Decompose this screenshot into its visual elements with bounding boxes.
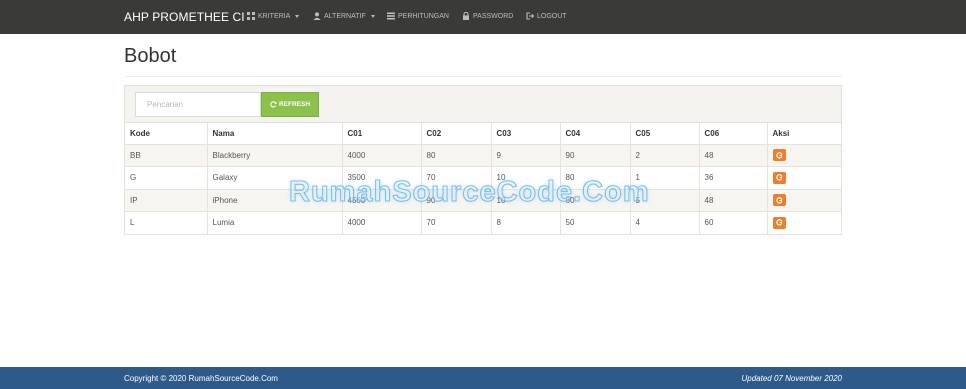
cell-c03: 10 (491, 189, 561, 212)
brand-link[interactable]: AHP PROMETHEE CI (124, 10, 245, 24)
cell-kode: IP (125, 189, 208, 212)
refresh-button[interactable]: REFRESH (261, 92, 319, 117)
table-row: IP iPhone 4500 90 10 60 5 48 (125, 189, 841, 212)
nav-logout[interactable]: LOGOUT (526, 12, 567, 20)
nav-kriteria-label: KRITERIA (258, 12, 291, 20)
cell-c03: 10 (491, 166, 561, 190)
panel-toolbar: REFRESH (125, 86, 841, 123)
cell-c01: 4000 (342, 144, 422, 167)
edit-icon (775, 151, 782, 159)
cell-nama: Lumia (207, 211, 343, 235)
edit-button[interactable] (772, 149, 786, 162)
col-c01-header[interactable]: C01 (342, 123, 422, 145)
edit-icon (775, 219, 782, 226)
cell-c05: 5 (630, 189, 700, 212)
refresh-icon (270, 101, 277, 108)
chevron-down-icon (295, 14, 300, 18)
cell-c02: 70 (421, 166, 492, 190)
edit-button[interactable] (772, 216, 786, 229)
cell-c01: 4500 (342, 189, 422, 212)
cell-c02: 80 (421, 144, 492, 167)
col-c06-header[interactable]: C06 (699, 123, 768, 145)
cell-c04: 80 (560, 166, 631, 190)
cell-c06: 36 (699, 166, 768, 190)
table-row: BB Blackberry 4000 80 9 90 2 48 (125, 144, 841, 167)
cell-c03: 9 (491, 144, 561, 167)
table-header-row: Kode Nama C01 C02 C03 C04 C05 C06 Aksi (125, 123, 841, 145)
nav-perhitungan-label: PERHITUNGAN (398, 12, 449, 20)
title-divider (124, 76, 842, 77)
nav-logout-label: LOGOUT (537, 12, 567, 20)
user-icon (313, 12, 321, 20)
list-icon (387, 12, 395, 20)
nav-alternatif[interactable]: ALTERNATIF (313, 12, 375, 20)
nav-perhitungan[interactable]: PERHITUNGAN (387, 12, 449, 20)
edit-button[interactable] (772, 194, 786, 207)
col-c04-header[interactable]: C04 (560, 123, 631, 145)
cell-nama: iPhone (207, 189, 343, 212)
search-input[interactable] (135, 92, 261, 117)
cell-aksi (767, 211, 841, 235)
cell-c04: 60 (560, 189, 631, 212)
cell-aksi (767, 189, 841, 212)
cell-c05: 1 (630, 166, 700, 190)
cell-kode: BB (125, 144, 208, 167)
footer-updated: Updated 07 November 2020 (741, 374, 842, 383)
cell-kode: L (125, 211, 208, 235)
cell-c01: 3500 (342, 166, 422, 190)
lock-icon (463, 12, 469, 20)
cell-kode: G (125, 166, 208, 190)
refresh-label: REFRESH (278, 101, 311, 108)
cell-c06: 48 (699, 144, 768, 167)
logout-icon (526, 12, 534, 20)
grid-icon (247, 12, 255, 20)
cell-c04: 50 (560, 211, 631, 235)
cell-c05: 2 (630, 144, 700, 167)
col-c03-header[interactable]: C03 (491, 123, 561, 145)
cell-c04: 90 (560, 144, 631, 167)
col-c05-header[interactable]: C05 (630, 123, 700, 145)
cell-c06: 48 (699, 189, 768, 212)
bobot-panel: REFRESH Kode Nama C01 C02 C03 C04 C05 C0… (124, 85, 842, 235)
cell-nama: Galaxy (207, 166, 343, 190)
cell-nama: Blackberry (207, 144, 343, 167)
chevron-down-icon (370, 14, 375, 18)
nav-password-label: PASSWORD (473, 12, 514, 20)
table-row: G Galaxy 3500 70 10 80 1 36 (125, 166, 841, 190)
footer-copyright: Copyright © 2020 RumahSourceCode.Com (124, 374, 278, 383)
col-nama-header[interactable]: Nama (207, 123, 343, 145)
cell-c01: 4000 (342, 211, 422, 235)
nav-kriteria[interactable]: KRITERIA (247, 12, 300, 20)
col-c02-header[interactable]: C02 (421, 123, 492, 145)
cell-aksi (767, 166, 841, 190)
nav-alternatif-label: ALTERNATIF (324, 12, 366, 20)
cell-c02: 90 (421, 189, 492, 212)
nav-password[interactable]: PASSWORD (462, 12, 513, 20)
cell-c05: 4 (630, 211, 700, 235)
cell-c02: 70 (421, 211, 492, 235)
cell-c03: 8 (491, 211, 561, 235)
cell-c06: 60 (699, 211, 768, 235)
top-navbar: AHP PROMETHEE CI KRITERIA ALTERNATIF PER… (0, 0, 966, 34)
edit-button[interactable] (772, 171, 786, 184)
edit-icon (775, 196, 782, 204)
col-kode-header[interactable]: Kode (125, 123, 208, 145)
edit-icon (775, 174, 782, 181)
table-row: L Lumia 4000 70 8 50 4 60 (125, 211, 841, 235)
bobot-table: Kode Nama C01 C02 C03 C04 C05 C06 Aksi B… (125, 123, 841, 235)
col-aksi-header: Aksi (767, 123, 841, 145)
page-title: Bobot (124, 45, 177, 67)
page-footer: Copyright © 2020 RumahSourceCode.Com Upd… (0, 367, 966, 389)
cell-aksi (767, 144, 841, 167)
